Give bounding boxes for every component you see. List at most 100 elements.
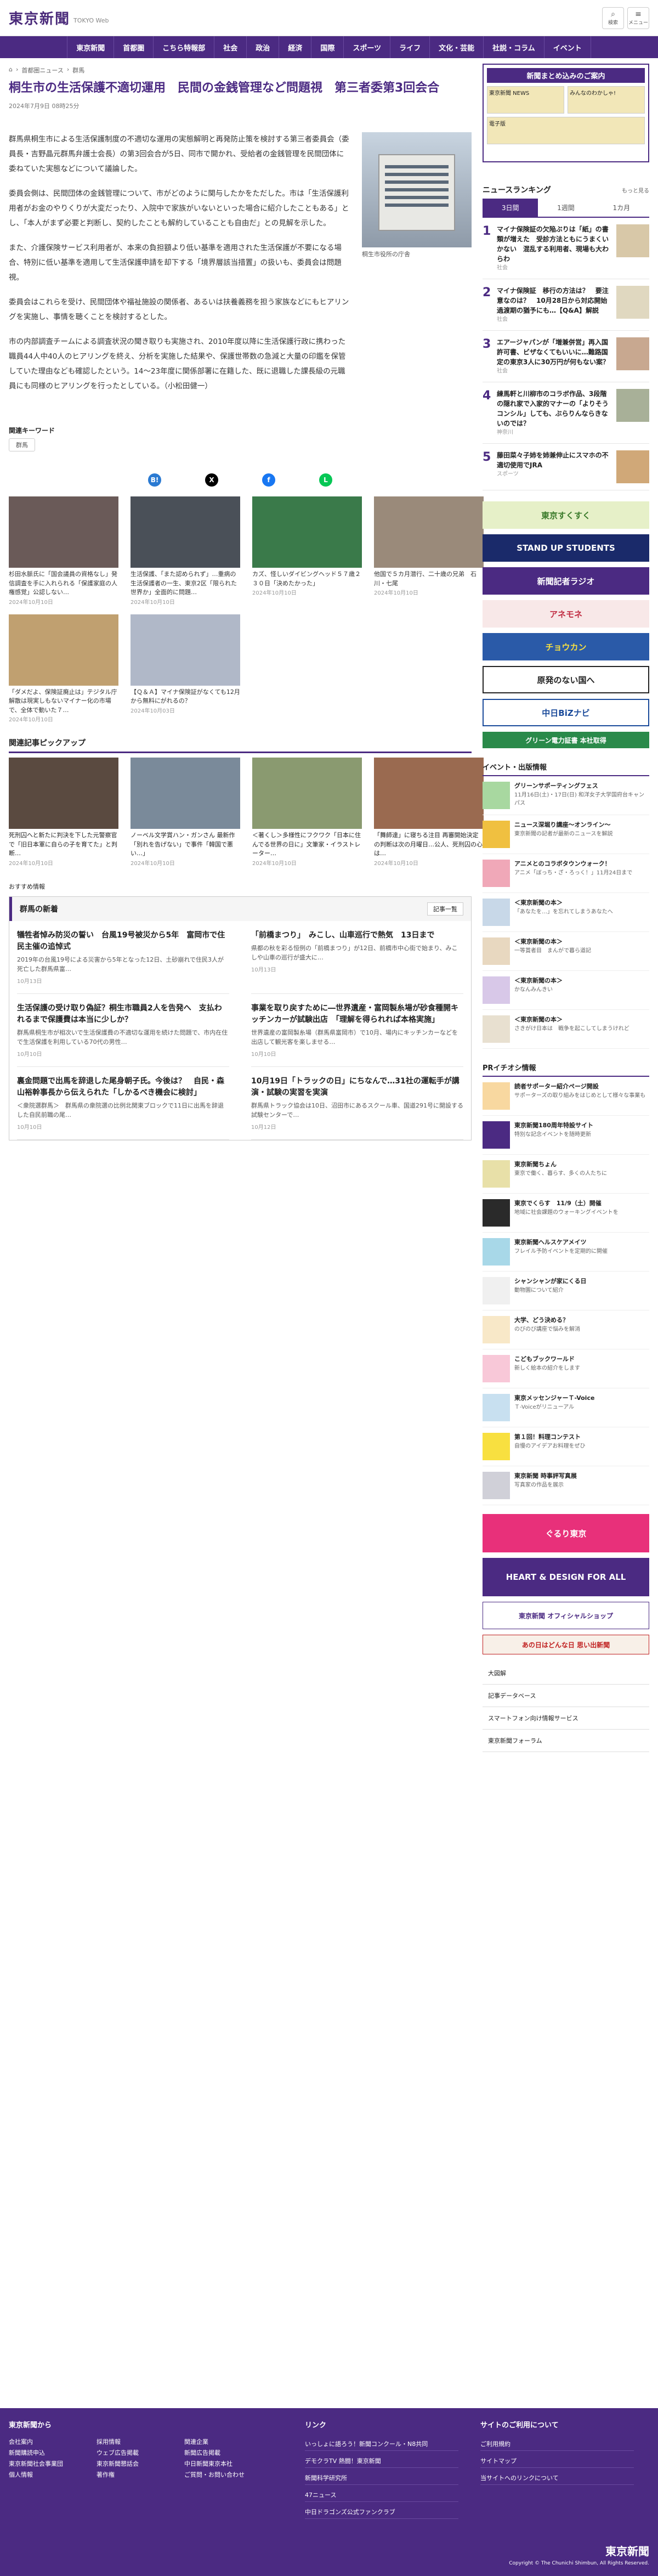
line-share-icon[interactable]: L bbox=[319, 473, 332, 487]
footer-link[interactable]: 47ニュース bbox=[305, 2488, 458, 2502]
event-item[interactable]: ＜東京新聞の本＞ かなんみんきい bbox=[483, 971, 649, 1010]
nav-item[interactable]: 社説・コラム bbox=[484, 36, 544, 58]
side-link[interactable]: 東京新聞フォーラム bbox=[483, 1730, 649, 1752]
tab-1week[interactable]: 1週間 bbox=[538, 199, 593, 217]
banner-gururi[interactable]: ぐるり東京 bbox=[483, 1514, 649, 1552]
menu-button[interactable]: ≡ メニュー bbox=[627, 7, 649, 29]
ranking-item[interactable]: 5 藤田菜々子姉を姉兼伸止にスマホの不適切使用でJRA スポーツ bbox=[483, 444, 649, 490]
news-item[interactable]: 生活保護の受け取り偽証？桐生市職員2人を告発へ 支払われるまで保護費は本当に少し… bbox=[17, 994, 229, 1067]
banner-anemone[interactable]: アネモネ bbox=[483, 600, 649, 628]
nav-item[interactable]: 文化・芸能 bbox=[430, 36, 484, 58]
related-card[interactable]: カズ、怪しいダイビングヘッド５７歳２３０日「決めたかった」 2024年10月10日 bbox=[252, 496, 362, 606]
article-photo[interactable] bbox=[362, 132, 472, 247]
side-link[interactable]: スマートフォン向け情報サービス bbox=[483, 1707, 649, 1730]
pr-item[interactable]: こどもブックワールド 新しく絵本の紹介をします bbox=[483, 1349, 649, 1388]
banner-choukan[interactable]: チョウカン bbox=[483, 633, 649, 660]
event-item[interactable]: ＜東京新聞の本＞ さきがけ日本は 戦争を起こしてしまうけれど bbox=[483, 1010, 649, 1049]
footer-logo[interactable]: 東京新聞 bbox=[509, 2543, 649, 2558]
footer-link[interactable]: ウェブ広告掲載 bbox=[97, 2448, 179, 2457]
ranking-more-link[interactable]: もっと見る bbox=[622, 186, 649, 194]
site-logo[interactable]: 東京新聞 bbox=[9, 8, 70, 28]
side-link[interactable]: 記事データベース bbox=[483, 1685, 649, 1707]
banner-standup[interactable]: STAND UP STUDENTS bbox=[483, 534, 649, 562]
hatena-share-icon[interactable]: B! bbox=[148, 473, 161, 487]
event-item[interactable]: アニメとのコラボタウンウォーク！ アニメ「ぼっち・ざ・ろっく！」11月24日まで bbox=[483, 854, 649, 893]
footer-link[interactable]: ご質問・お問い合わせ bbox=[184, 2470, 266, 2479]
footer-link[interactable]: 採用情報 bbox=[97, 2437, 179, 2446]
footer-link[interactable]: ご利用規約 bbox=[480, 2437, 634, 2451]
subscription-ad[interactable]: 新聞まとめ込みのご案内 東京新聞 NEWS みんなのわかしゃ! 電子版 bbox=[483, 64, 649, 162]
banner-radio[interactable]: 新聞記者ラジオ bbox=[483, 567, 649, 595]
footer-link[interactable]: 新聞購読申込 bbox=[9, 2448, 91, 2457]
search-button[interactable]: ⌕ 検索 bbox=[602, 7, 624, 29]
x-share-icon[interactable]: X bbox=[205, 473, 218, 487]
footer-link[interactable]: 東京新聞懇話会 bbox=[97, 2459, 179, 2468]
footer-link[interactable]: 中日新聞東京本社 bbox=[184, 2459, 266, 2468]
banner-omoide[interactable]: あの日はどんな日 思い出新聞 bbox=[483, 1635, 649, 1654]
footer-link[interactable]: 会社案内 bbox=[9, 2437, 91, 2446]
tab-3days[interactable]: 3日間 bbox=[483, 199, 538, 217]
pickup-card[interactable]: 死刑囚へと新たに判決を下した元警察官で「旧日本軍に自らの子を育てた」と判断… 20… bbox=[9, 758, 118, 867]
nav-item[interactable]: 東京新聞 bbox=[67, 36, 115, 58]
pr-item[interactable]: 東京新聞 時事評写真展 写真家の作品を展示 bbox=[483, 1466, 649, 1505]
footer-link[interactable]: 東京新聞社会事業団 bbox=[9, 2459, 91, 2468]
nav-item[interactable]: 経済 bbox=[279, 36, 312, 58]
pickup-card[interactable]: ＜著くし＞多様性にフクワク「日本に住んでる世界の日に」文筆家・イラストレーター…… bbox=[252, 758, 362, 867]
related-card[interactable]: 生活保護、「また認められず」…重病の生活保護者の一生、東京2区「限られた世界か」… bbox=[131, 496, 240, 606]
pr-item[interactable]: 大学、どう決める？ のびのび講座で悩みを解消 bbox=[483, 1310, 649, 1349]
pr-item[interactable]: シャンシャンが家にくる日 動物園について紹介 bbox=[483, 1272, 649, 1310]
nav-item[interactable]: スポーツ bbox=[344, 36, 391, 58]
side-link[interactable]: 大図解 bbox=[483, 1662, 649, 1685]
home-icon[interactable]: ⌂ bbox=[9, 66, 13, 75]
event-item[interactable]: ニュース深堀り講座～オンライン～ 東京新聞の記者が最新のニュースを解説 bbox=[483, 815, 649, 854]
ranking-item[interactable]: 2 マイナ保険証 移行の方法は？ 要注意なのは？ 10月28日から対応開始 過渡期… bbox=[483, 279, 649, 331]
footer-link[interactable]: いっしょに語ろう！新聞コンクール・N8共同 bbox=[305, 2437, 458, 2451]
footer-link[interactable]: 中日ドラゴンズ公式ファンクラブ bbox=[305, 2505, 458, 2519]
ranking-item[interactable]: 4 練馬軒と川柳市のコラボ作品、3段階の隠れ家で入家的マナーの「よりそうコンシル」… bbox=[483, 382, 649, 444]
nav-item[interactable]: 国際 bbox=[311, 36, 344, 58]
pr-item[interactable]: 東京でくらす 11/9（土）開催 地域に社会課題のウォーキングイベントを bbox=[483, 1194, 649, 1233]
banner-genpatsu[interactable]: 原発のない国へ bbox=[483, 666, 649, 693]
event-item[interactable]: ＜東京新聞の本＞ 一等賞者目 まんがで暮ら道記 bbox=[483, 932, 649, 971]
banner-sukusuku[interactable]: 東京すくすく bbox=[483, 501, 649, 529]
footer-link[interactable]: 関連企業 bbox=[184, 2437, 266, 2446]
ranking-item[interactable]: 3 エアージャパンが「増兼併営」再入国許可書、ビザなくてもいいに…難路国定の東京3… bbox=[483, 331, 649, 382]
facebook-share-icon[interactable]: f bbox=[262, 473, 275, 487]
news-item[interactable]: 犠牲者悼み防災の誓い 台風19号被災から5年 富岡市で住民主催の追悼式 2019年… bbox=[17, 921, 229, 994]
pr-item[interactable]: 東京新聞ちょん 東京で働く、暮らす、多くの人たちに bbox=[483, 1155, 649, 1194]
pr-item[interactable]: 東京新聞180周年特設サイト 特別な記念イベントを随時更新 bbox=[483, 1116, 649, 1155]
pickup-card[interactable]: 「舞師達」に寝ちる注目 再審開始決定の判断は次の月曜日…公人、死刑囚の心は… 20… bbox=[374, 758, 484, 867]
news-item[interactable]: 裏金問題で出馬を辞退した尾身朝子氏。今後は？ 自民・森山裕幹事長から伝えられた「… bbox=[17, 1067, 229, 1140]
nav-item[interactable]: 社会 bbox=[214, 36, 247, 58]
nav-item[interactable]: こちら特報部 bbox=[154, 36, 215, 58]
news-item[interactable]: 10月19日「トラックの日」にちなんで…31社の運転手が講演・試験の実習を実演群… bbox=[251, 1067, 463, 1140]
breadcrumb-item[interactable]: 群馬 bbox=[72, 66, 84, 75]
ranking-item[interactable]: 1 マイナ保険証の欠陥ぶりは「紙」の書類が増えた 受診方法ともにうまくいかない 混… bbox=[483, 218, 649, 279]
event-item[interactable]: グリーンサポーティングフェス 11月16日(土)・17日(日) 和洋女子大学国府台… bbox=[483, 776, 649, 815]
footer-link[interactable]: 著作権 bbox=[97, 2470, 179, 2479]
pr-item[interactable]: 読者サポーター紹介ページ開設 サポーターズの取り組みをはじめとして様々な事業も bbox=[483, 1077, 649, 1116]
tab-1month[interactable]: 1カ月 bbox=[594, 199, 649, 217]
nav-item[interactable]: ライフ bbox=[390, 36, 430, 58]
keyword-tag[interactable]: 群馬 bbox=[9, 438, 35, 451]
nav-item[interactable]: イベント bbox=[544, 36, 591, 58]
related-card[interactable]: 杉田水脈氏に「国会議員の資格なし」発信調査を手に入れられる「保護家庭の人権感覚」… bbox=[9, 496, 118, 606]
nav-item[interactable]: 政治 bbox=[247, 36, 280, 58]
pickup-card[interactable]: ノーベル文学賞ハン・ガンさん 最新作「別れを告げない」で事件「韓国で悪い…」 20… bbox=[131, 758, 240, 867]
footer-link[interactable]: 新聞広告掲載 bbox=[184, 2448, 266, 2457]
related-card[interactable]: 「ダメだよ、保険証廃止は」テジタル庁解散は現実しもないマイナー化の市場で、全体で… bbox=[9, 614, 118, 723]
banner-bizbavi[interactable]: 中日BiZナビ bbox=[483, 699, 649, 726]
pr-item[interactable]: 東京新聞ヘルスケアメイツ フレイル予防イベントを定期的に開催 bbox=[483, 1233, 649, 1272]
related-card[interactable]: 他国で５カ月潜行、二十歳の兄弟 石川・七尾 2024年10月10日 bbox=[374, 496, 484, 606]
footer-link[interactable]: 当サイトへのリンクについて bbox=[480, 2471, 634, 2485]
news-item[interactable]: 「前橋まつり」 みこし、山車巡行で熱気 13日まで 県都の秋を彩る恒例の「前橋まつ… bbox=[251, 921, 463, 994]
banner-green[interactable]: グリーン電力証書 本社取得 bbox=[483, 732, 649, 748]
footer-link[interactable]: デモクラTV 熱闘！東京新聞 bbox=[305, 2454, 458, 2468]
banner-heart-design[interactable]: HEART & DESIGN FOR ALL bbox=[483, 1558, 649, 1596]
footer-link[interactable]: 個人情報 bbox=[9, 2470, 91, 2479]
pr-item[interactable]: 東京メッセンジャーＴ-Voice Ｔ-Voiceがリニューアル bbox=[483, 1388, 649, 1427]
related-card[interactable]: 【Ｑ＆Ａ】マイナ保険証がなくても12月から無料にがれるの？ 2024年10月03日 bbox=[131, 614, 240, 724]
pr-item[interactable]: 第１回！料理コンテスト 自慢のアイデアお料理をぜひ bbox=[483, 1427, 649, 1466]
event-item[interactable]: ＜東京新聞の本＞ 「あなたを…」を忘れてしまうあなたへ bbox=[483, 893, 649, 932]
news-item[interactable]: 事業を取り戻すために―世界遺産・富岡製糸場が砂食種開キッチンカーが試験出店 「理… bbox=[251, 994, 463, 1067]
